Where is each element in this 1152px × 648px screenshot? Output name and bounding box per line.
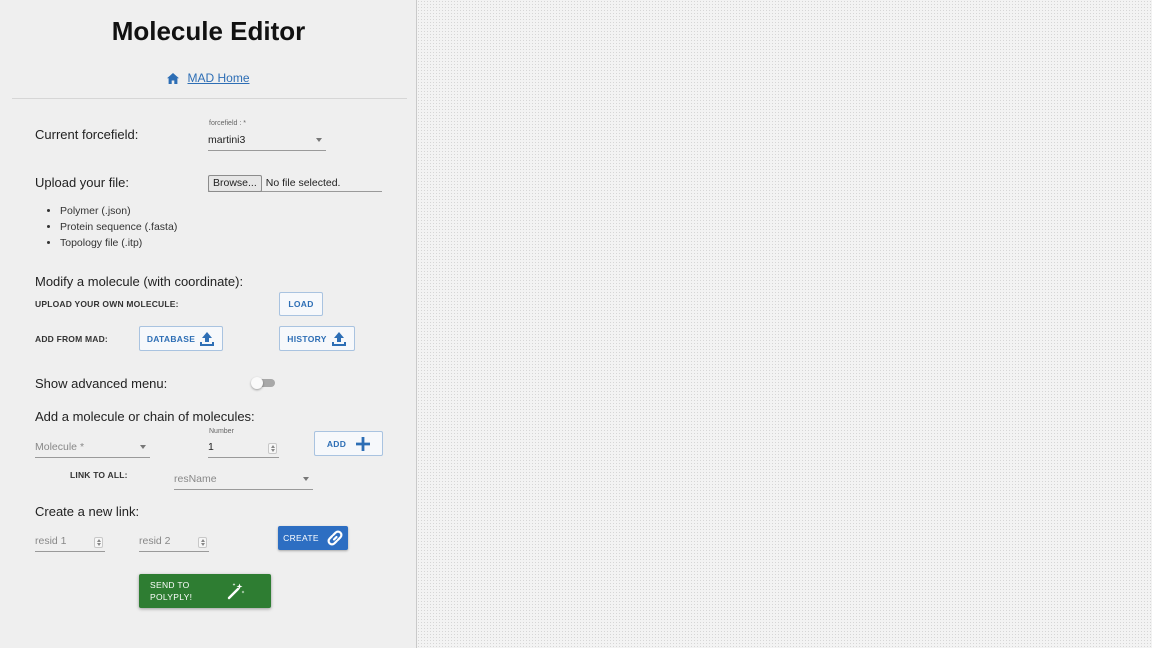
molecule-placeholder: Molecule * xyxy=(35,441,85,453)
database-button[interactable]: DATABASE xyxy=(139,326,223,351)
link-icon xyxy=(327,530,343,546)
database-button-label: DATABASE xyxy=(146,333,196,344)
new-link-heading: Create a new link: xyxy=(35,504,140,519)
resid2-input[interactable]: resid 2 xyxy=(139,532,209,552)
number-input[interactable]: 1 xyxy=(208,437,279,458)
add-molecule-heading: Add a molecule or chain of molecules: xyxy=(35,409,255,424)
create-link-button[interactable]: CREATE xyxy=(278,526,348,550)
spinner-icon[interactable] xyxy=(198,537,207,548)
chevron-down-icon xyxy=(303,477,309,481)
spinner-icon[interactable] xyxy=(268,443,277,454)
accepted-file-types: Polymer (.json) Protein sequence (.fasta… xyxy=(44,203,177,251)
header-divider xyxy=(12,98,407,99)
upload-icon xyxy=(331,331,347,347)
forcefield-label: Current forcefield: xyxy=(35,127,139,142)
spinner-icon[interactable] xyxy=(94,537,103,548)
file-status: No file selected. xyxy=(265,177,341,189)
upload-label: Upload your file: xyxy=(35,175,129,190)
home-link-text[interactable]: MAD Home xyxy=(187,71,249,85)
list-item: Polymer (.json) xyxy=(60,203,177,219)
resid1-input[interactable]: resid 1 xyxy=(35,532,105,552)
resname-placeholder: resName xyxy=(174,473,217,485)
link-to-all-label: LINK TO ALL: xyxy=(70,470,128,480)
magic-wand-icon xyxy=(227,582,245,600)
plus-icon xyxy=(356,436,371,451)
history-button[interactable]: HISTORY xyxy=(279,326,355,351)
resname-select[interactable]: resName xyxy=(174,470,313,490)
resid2-placeholder: resid 2 xyxy=(139,535,171,547)
list-item: Protein sequence (.fasta) xyxy=(60,219,177,235)
send-to-polyply-button[interactable]: SEND TO POLYPLY! xyxy=(139,574,271,608)
resid1-placeholder: resid 1 xyxy=(35,535,67,547)
home-icon xyxy=(167,72,180,84)
advanced-menu-toggle[interactable] xyxy=(249,377,275,389)
load-button-label: LOAD xyxy=(288,299,314,309)
editor-panel: Molecule Editor MAD Home Current forcefi… xyxy=(0,0,417,648)
history-button-label: HISTORY xyxy=(287,333,327,344)
number-value: 1 xyxy=(208,441,214,453)
toggle-thumb xyxy=(251,377,263,389)
forcefield-select[interactable]: martini3 xyxy=(208,130,326,151)
browse-button[interactable]: Browse... xyxy=(208,174,262,192)
modify-heading: Modify a molecule (with coordinate): xyxy=(35,274,244,289)
add-button[interactable]: ADD xyxy=(314,431,383,456)
add-button-label: ADD xyxy=(326,438,347,449)
molecule-select[interactable]: Molecule * xyxy=(35,438,150,458)
send-button-label: SEND TO POLYPLY! xyxy=(150,580,193,602)
mad-home-link[interactable]: MAD Home xyxy=(0,71,417,85)
add-from-mad-label: ADD FROM MAD: xyxy=(35,334,108,344)
viewer-area xyxy=(418,0,1152,648)
create-button-label: CREATE xyxy=(283,533,319,543)
number-field-label: Number xyxy=(209,428,234,435)
advanced-menu-label: Show advanced menu: xyxy=(35,376,168,391)
chevron-down-icon xyxy=(140,445,146,449)
file-input[interactable]: Browse... No file selected. xyxy=(208,174,382,192)
forcefield-value: martini3 xyxy=(208,134,246,146)
chevron-down-icon xyxy=(316,138,322,142)
upload-own-label: UPLOAD YOUR OWN MOLECULE: xyxy=(35,299,179,309)
upload-icon xyxy=(199,331,215,347)
page-title: Molecule Editor xyxy=(111,16,306,46)
load-button[interactable]: LOAD xyxy=(279,292,323,316)
list-item: Topology file (.itp) xyxy=(60,235,177,251)
forcefield-field-label: forcefield : * xyxy=(209,120,246,127)
